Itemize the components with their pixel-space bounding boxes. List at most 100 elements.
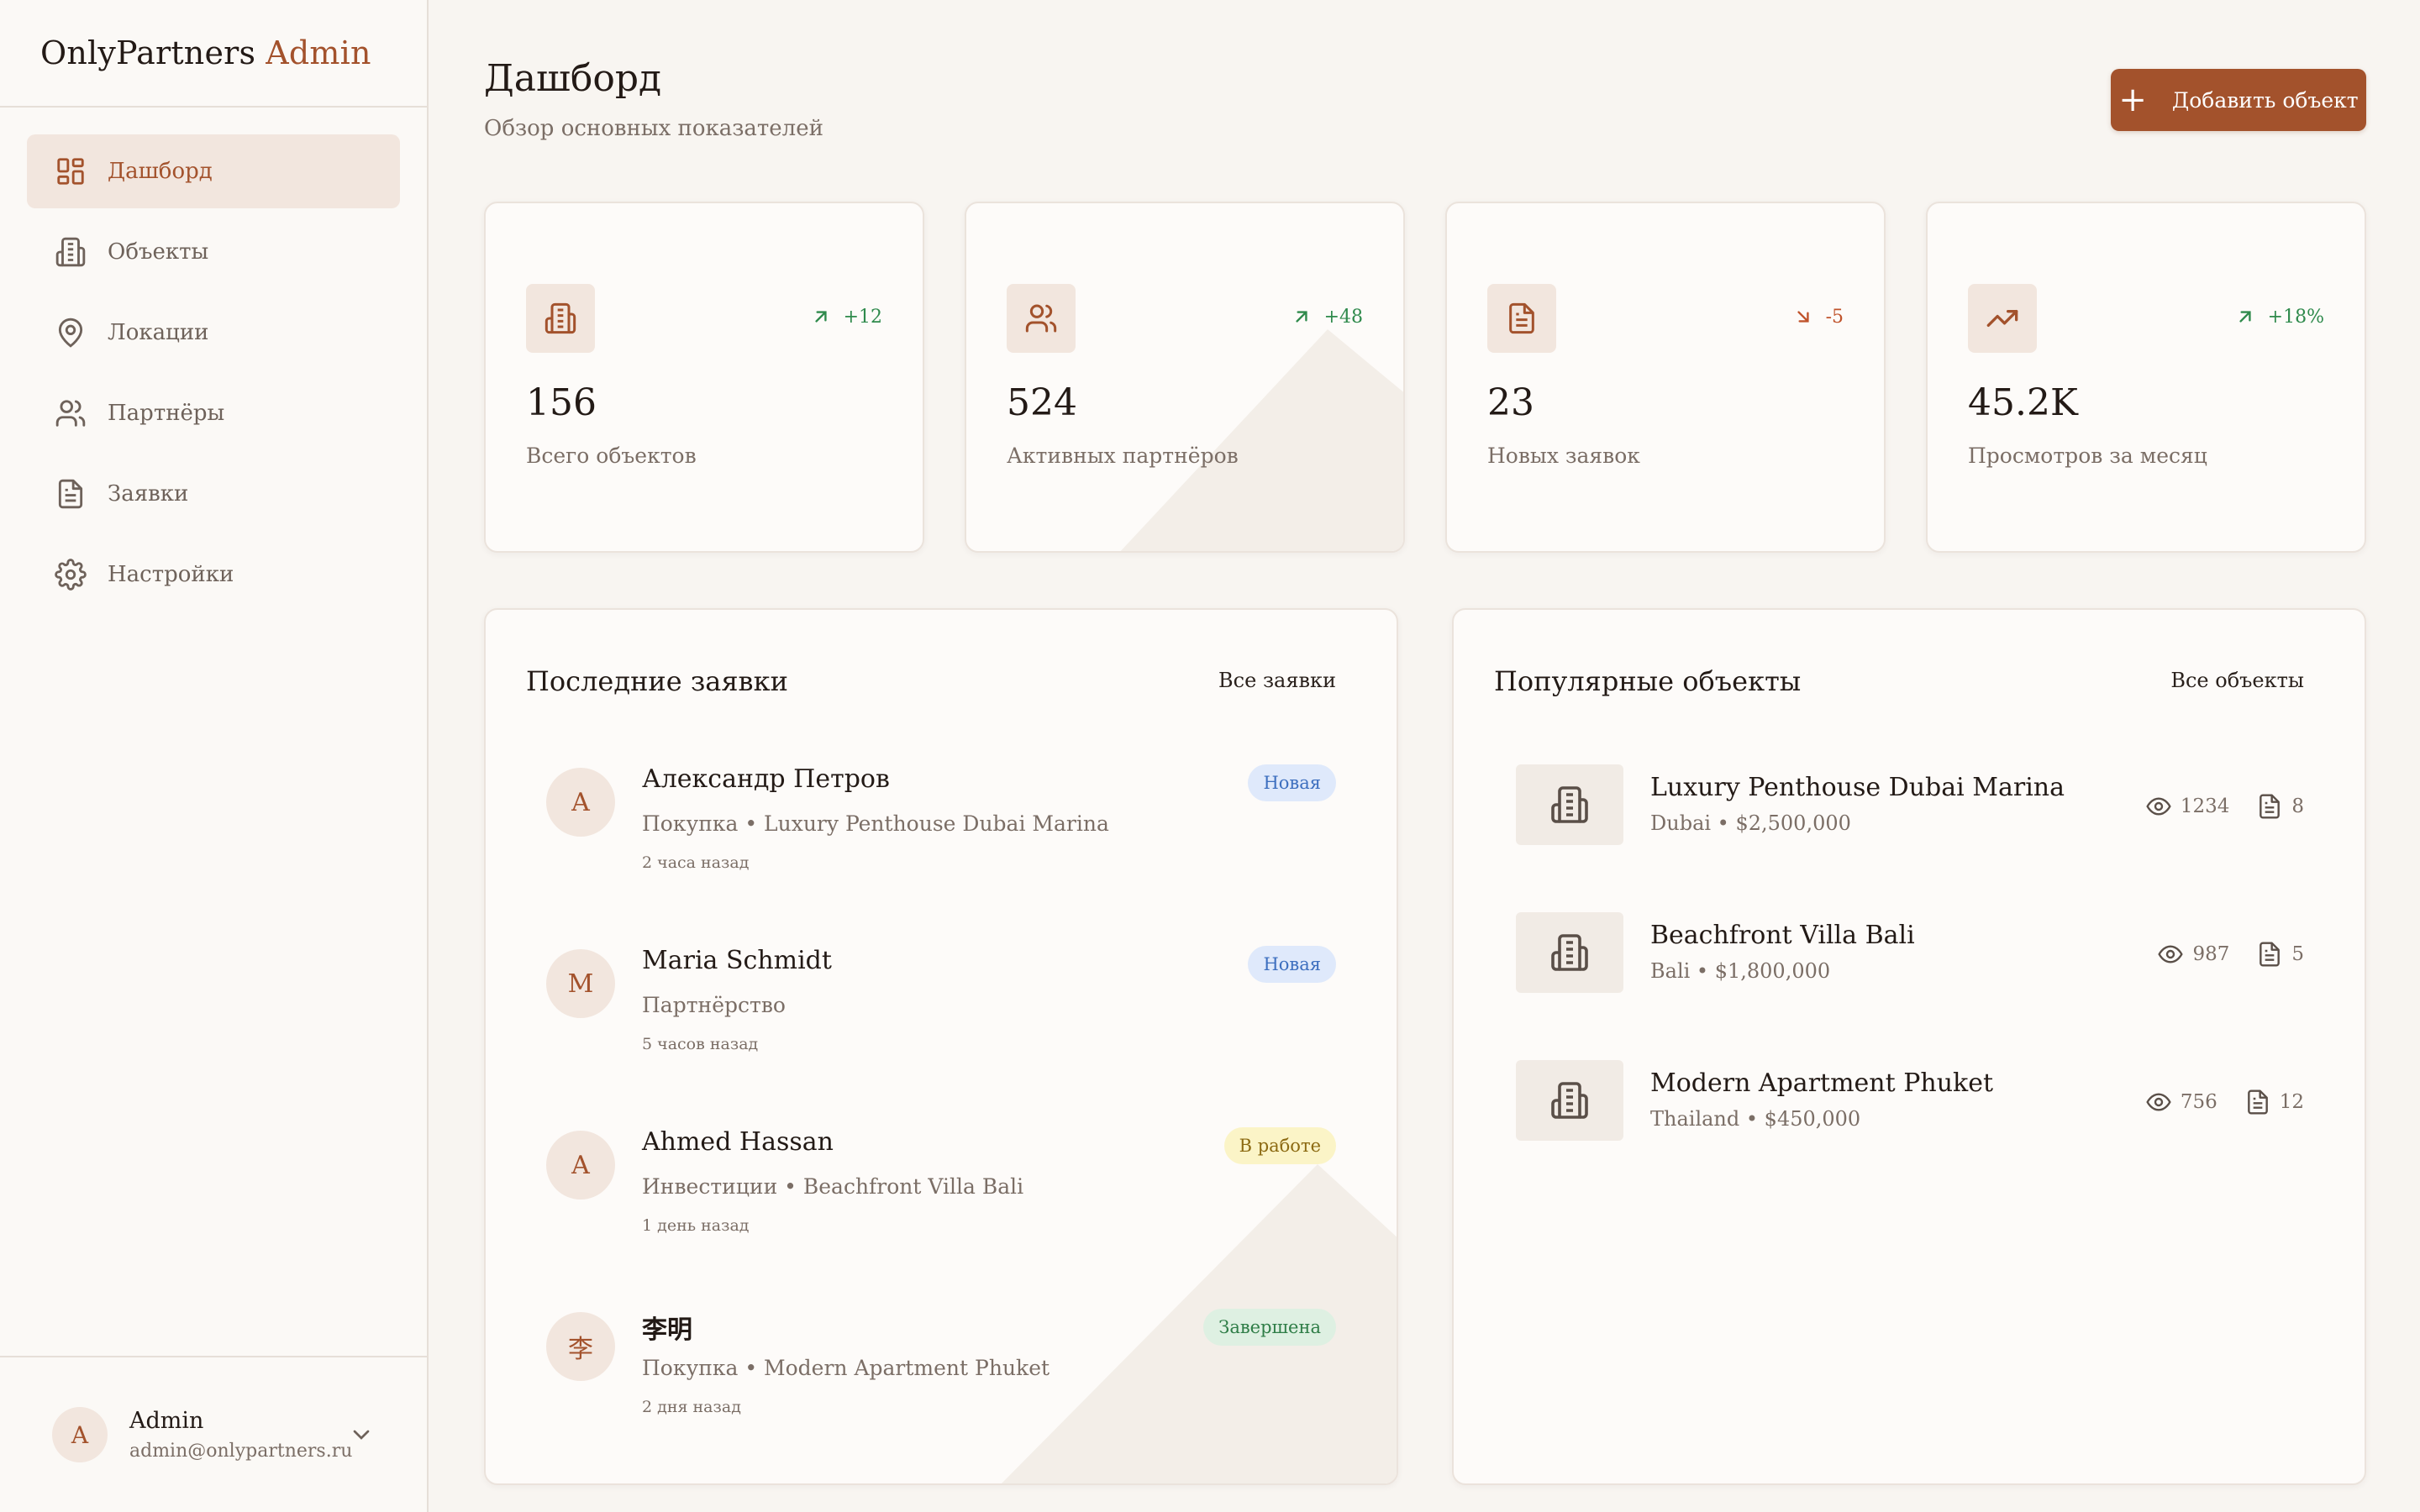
page-subtitle: Обзор основных показателей: [484, 116, 823, 141]
avatar: A: [546, 1131, 615, 1200]
user-menu[interactable]: A Admin admin@onlypartners.ru: [0, 1356, 427, 1512]
request-item[interactable]: M Maria Schmidt Партнёрство 5 часов наза…: [546, 946, 1336, 1080]
add-object-button[interactable]: + Добавить объект: [2111, 69, 2366, 131]
users-icon: [54, 396, 87, 430]
request-time: 2 часа назад: [642, 853, 750, 872]
property-name: Modern Apartment Phuket: [1650, 1068, 1994, 1098]
property-location: Bali • $1,800,000: [1650, 959, 1831, 983]
requests-count: 8: [2291, 795, 2304, 817]
stat-card-partners: +48 524 Активных партнёров: [965, 202, 1405, 553]
stat-delta: +18%: [2234, 306, 2324, 328]
views-count: 1234: [2180, 795, 2230, 817]
property-location: Dubai • $2,500,000: [1650, 811, 1851, 835]
all-requests-link[interactable]: Все заявки: [1218, 669, 1336, 692]
stat-value: 45.2K: [1968, 381, 2078, 424]
arrow-up-right-icon: [1291, 306, 1313, 328]
eye-icon: [2145, 793, 2172, 820]
stat-label: Активных партнёров: [1007, 444, 1239, 468]
stat-card-requests: -5 23 Новых заявок: [1445, 202, 1886, 553]
property-name: Luxury Penthouse Dubai Marina: [1650, 773, 2065, 802]
sidebar-item-requests[interactable]: Заявки: [27, 457, 400, 531]
brand-name: OnlyPartners: [40, 34, 256, 71]
sidebar-item-partners[interactable]: Партнёры: [27, 376, 400, 450]
stat-card-objects: +12 156 Всего объектов: [484, 202, 924, 553]
avatar: А: [546, 768, 615, 837]
sidebar-nav: Дашборд Объекты Локации Партнёры Заявки …: [0, 108, 427, 645]
stat-label: Просмотров за месяц: [1968, 444, 2207, 468]
document-icon: [54, 477, 87, 511]
recent-requests-panel: Последние заявки Все заявки А Александр …: [484, 608, 1398, 1485]
panel-title: Последние заявки: [526, 665, 788, 697]
sidebar-item-label: Объекты: [108, 239, 209, 265]
avatar: M: [546, 949, 615, 1018]
add-object-label: Добавить объект: [2171, 87, 2359, 113]
arrow-down-right-icon: [1792, 306, 1814, 328]
sidebar: OnlyPartners Admin Дашборд Объекты Локаци…: [0, 0, 429, 1512]
stat-value: 156: [526, 381, 597, 424]
popular-objects-panel: Популярные объекты Все объекты Luxury Pe…: [1452, 608, 2366, 1485]
document-icon: [1487, 284, 1556, 353]
sidebar-item-label: Локации: [108, 320, 209, 345]
request-time: 5 часов назад: [642, 1035, 759, 1053]
status-badge: Новая: [1248, 946, 1336, 983]
document-icon: [2256, 793, 2283, 820]
building-icon: [1516, 912, 1623, 993]
status-badge: Завершена: [1203, 1309, 1336, 1346]
users-icon: [1007, 284, 1076, 353]
arrow-up-right-icon: [810, 306, 832, 328]
document-icon: [2244, 1089, 2271, 1116]
dashboard-icon: [54, 155, 87, 188]
decor-shape: [1120, 329, 1403, 551]
property-metrics: 987 5: [2157, 941, 2304, 968]
status-badge: В работе: [1223, 1127, 1336, 1164]
stat-delta: +48: [1291, 306, 1363, 328]
request-name: Александр Петров: [642, 764, 890, 794]
request-time: 1 день назад: [642, 1216, 750, 1235]
request-item[interactable]: 李 李明 Покупка • Modern Apartment Phuket 2…: [546, 1309, 1336, 1443]
building-icon: [54, 235, 87, 269]
building-icon: [526, 284, 595, 353]
sidebar-item-locations[interactable]: Локации: [27, 296, 400, 370]
arrow-up-right-icon: [2234, 306, 2256, 328]
sidebar-item-label: Настройки: [108, 562, 234, 587]
sidebar-item-label: Дашборд: [108, 159, 213, 184]
property-item[interactable]: Beachfront Villa Bali Bali • $1,800,000 …: [1516, 912, 2304, 996]
avatar: 李: [546, 1312, 615, 1381]
page-title: Дашборд: [484, 57, 662, 100]
requests-count: 5: [2291, 943, 2304, 965]
request-description: Покупка • Modern Apartment Phuket: [642, 1356, 1050, 1380]
chevron-down-icon[interactable]: [348, 1421, 375, 1448]
brand-accent: Admin: [266, 34, 371, 71]
stat-value: 524: [1007, 381, 1077, 424]
map-pin-icon: [54, 316, 87, 349]
sidebar-item-settings[interactable]: Настройки: [27, 538, 400, 612]
request-name: 李明: [642, 1315, 692, 1345]
request-name: Maria Schmidt: [642, 946, 832, 975]
request-time: 2 дня назад: [642, 1398, 741, 1416]
request-item[interactable]: A Ahmed Hassan Инвестиции • Beachfront V…: [546, 1127, 1336, 1262]
stat-label: Всего объектов: [526, 444, 697, 468]
sidebar-item-dashboard[interactable]: Дашборд: [27, 134, 400, 208]
views-count: 987: [2192, 943, 2230, 965]
property-metrics: 1234 8: [2145, 793, 2304, 820]
stat-value: 23: [1487, 381, 1534, 424]
user-name: Admin: [129, 1408, 204, 1434]
eye-icon: [2157, 941, 2184, 968]
property-item[interactable]: Luxury Penthouse Dubai Marina Dubai • $2…: [1516, 764, 2304, 848]
property-metrics: 756 12: [2145, 1089, 2304, 1116]
sidebar-item-label: Партнёры: [108, 401, 225, 426]
gear-icon: [54, 558, 87, 591]
user-email: admin@onlypartners.ru: [129, 1441, 353, 1462]
request-item[interactable]: А Александр Петров Покупка • Luxury Pent…: [546, 764, 1336, 899]
property-item[interactable]: Modern Apartment Phuket Thailand • $450,…: [1516, 1060, 2304, 1144]
request-description: Покупка • Luxury Penthouse Dubai Marina: [642, 811, 1109, 836]
stat-label: Новых заявок: [1487, 444, 1640, 468]
sidebar-item-objects[interactable]: Объекты: [27, 215, 400, 289]
brand-logo[interactable]: OnlyPartners Admin: [0, 0, 427, 108]
requests-count: 12: [2279, 1091, 2304, 1113]
status-badge: Новая: [1248, 764, 1336, 801]
all-objects-link[interactable]: Все объекты: [2170, 669, 2304, 692]
property-name: Beachfront Villa Bali: [1650, 921, 1915, 950]
document-icon: [2256, 941, 2283, 968]
stat-card-views: +18% 45.2K Просмотров за месяц: [1926, 202, 2366, 553]
